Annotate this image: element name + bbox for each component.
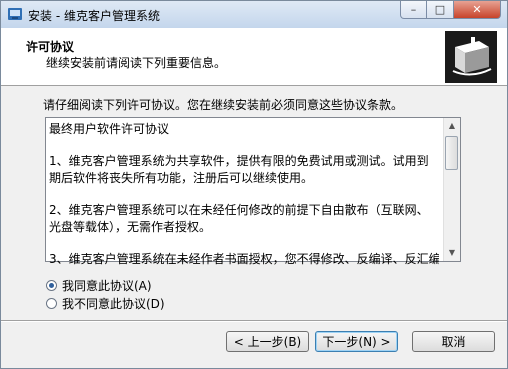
installer-box-icon (445, 31, 497, 83)
window-title: 安装 - 维克客户管理系统 (28, 9, 160, 23)
license-textbox[interactable]: 最终用户软件许可协议 1、维克客户管理系统为共享软件，提供有限的免费试用或测试。… (45, 117, 461, 266)
license-paragraph: 3、维克客户管理系统在未经作者书面授权，您不得修改、反编译、反汇编 (49, 252, 439, 266)
minimize-button[interactable]: – (400, 1, 427, 19)
scroll-down-icon[interactable]: ▼ (444, 245, 460, 261)
license-paragraph: 最终用户软件许可协议 (49, 122, 170, 136)
license-paragraph: 2、维克客户管理系统可以在未经任何修改的前提下自由散布（互联网、光盘等载体），无… (49, 203, 429, 234)
decline-radio[interactable] (46, 298, 57, 309)
minimize-icon: – (410, 3, 417, 16)
footer-divider (1, 320, 507, 322)
installer-app-icon (8, 8, 22, 20)
wizard-header: 许可协议 继续安装前请阅读下列重要信息。 (1, 28, 507, 86)
scroll-thumb[interactable] (445, 136, 458, 170)
license-content: 最终用户软件许可协议 1、维克客户管理系统为共享软件，提供有限的免费试用或测试。… (49, 121, 439, 283)
back-button[interactable]: < 上一步(B) (226, 331, 309, 352)
page-title: 许可协议 (26, 40, 75, 54)
vertical-scrollbar[interactable]: ▲ ▼ (443, 118, 460, 261)
close-icon: ✕ (472, 3, 482, 16)
decline-label: 我不同意此协议(D) (62, 297, 165, 311)
page-subtitle: 继续安装前请阅读下列重要信息。 (46, 56, 227, 70)
accept-radio[interactable] (46, 280, 57, 291)
close-button[interactable]: ✕ (454, 1, 501, 19)
scroll-up-icon[interactable]: ▲ (444, 118, 460, 134)
intro-text: 请仔细阅读下列许可协议。您在继续安装前必须同意这些协议条款。 (43, 98, 404, 112)
next-button[interactable]: 下一步(N) > (315, 331, 398, 352)
decline-option[interactable]: 我不同意此协议(D) (46, 295, 165, 312)
accept-option[interactable]: 我同意此协议(A) (46, 277, 152, 294)
maximize-icon: □ (434, 3, 446, 16)
maximize-button[interactable]: □ (427, 1, 454, 19)
cancel-button[interactable]: 取消 (412, 331, 495, 352)
license-paragraph: 1、维克客户管理系统为共享软件，提供有限的免费试用或测试。试用到期后软件将丧失所… (49, 154, 429, 185)
title-bar[interactable]: 安装 - 维克客户管理系统 – □ ✕ (1, 1, 507, 28)
installer-window: 安装 - 维克客户管理系统 – □ ✕ 许可协议 继续安装前请阅读下列重要信息。… (0, 0, 508, 369)
accept-label: 我同意此协议(A) (62, 279, 152, 293)
